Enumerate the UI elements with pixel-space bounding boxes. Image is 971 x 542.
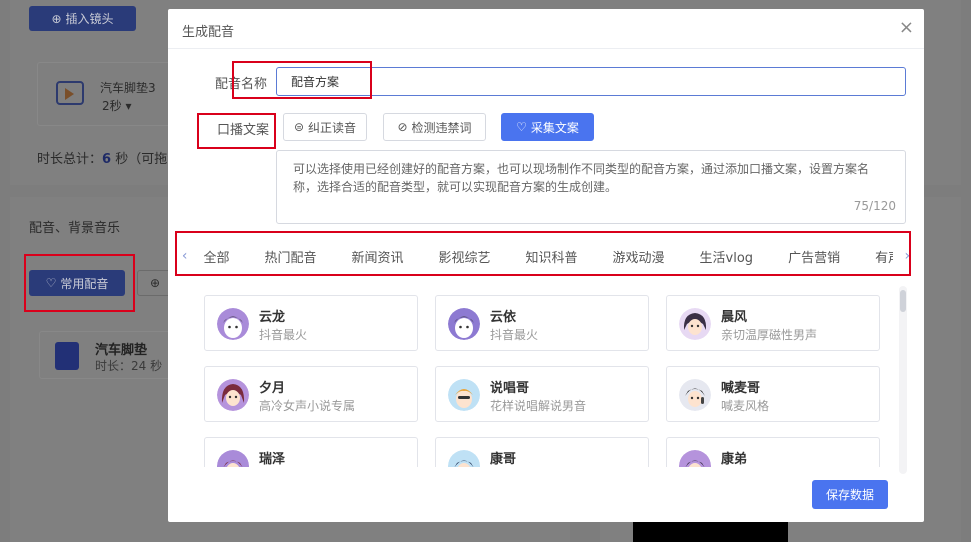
- highlight-box-common-voice: [24, 254, 135, 312]
- section-title: 配音、背景音乐: [29, 221, 121, 236]
- voice-desc: 喊麦风格: [721, 399, 770, 413]
- total-duration: 时长总计：6 秒（可拖动: [37, 152, 181, 167]
- voice-card-kangge[interactable]: 康哥: [435, 437, 649, 467]
- voice-desc: 抖音最火: [490, 328, 539, 342]
- audio-file-icon: [55, 342, 79, 370]
- avatar: [679, 450, 711, 467]
- avatar: [448, 308, 480, 340]
- shot-duration-select[interactable]: 2秒 ▾: [102, 97, 131, 114]
- heart-icon: ♡: [516, 120, 527, 134]
- voice-card-yunyi[interactable]: 云依 抖音最火: [435, 295, 649, 351]
- voice-name: 晨风: [721, 310, 748, 325]
- voice-card-yunlong[interactable]: 云龙 抖音最火: [204, 295, 418, 351]
- avatar: [217, 308, 249, 340]
- voice-card-kangdi[interactable]: 康弟: [666, 437, 880, 467]
- audio-card[interactable]: 汽车脚垫 时长：24 秒: [39, 331, 179, 379]
- play-icon: [65, 88, 74, 100]
- dialog-title: 生成配音: [182, 25, 235, 40]
- voice-desc: 高冷女声小说专属: [259, 399, 356, 413]
- voice-name: 云龙: [259, 310, 286, 325]
- collect-script-button[interactable]: ♡ 采集文案: [501, 113, 594, 141]
- voice-card-shouter[interactable]: 喊麦哥 喊麦风格: [666, 366, 880, 422]
- voice-card-chenfeng[interactable]: 晨风 亲切温厚磁性男声: [666, 295, 880, 351]
- correct-pronunciation-button[interactable]: ⊜ 纠正读音: [283, 113, 367, 141]
- save-data-button[interactable]: 保存数据: [812, 480, 888, 509]
- voice-list: 云龙 抖音最火 云依 抖音最火 晨风 亲切温厚磁性男声 夕月 高冷女声小说专属: [204, 295, 904, 467]
- avatar: [448, 379, 480, 411]
- dialog-header: 生成配音 ×: [168, 9, 924, 49]
- refresh-circle-icon: ⊜: [293, 120, 305, 134]
- voice-name: 说唱哥: [490, 381, 530, 396]
- avatar: [679, 379, 711, 411]
- voice-card-xiyue[interactable]: 夕月 高冷女声小说专属: [204, 366, 418, 422]
- highlight-box-script: [197, 113, 276, 149]
- voice-desc: 亲切温厚磁性男声: [721, 328, 818, 342]
- voice-name: 喊麦哥: [721, 381, 761, 396]
- ban-icon: ⊘: [397, 120, 408, 134]
- plus-circle-icon: ⊕: [51, 11, 62, 26]
- avatar: [679, 308, 711, 340]
- voice-list-scrollbar[interactable]: [899, 286, 907, 474]
- close-icon[interactable]: ×: [899, 17, 914, 38]
- audio-duration: 时长：24 秒: [95, 359, 163, 373]
- voice-desc: 花样说唱解说男音: [490, 399, 587, 413]
- voice-name: 康弟: [721, 452, 748, 467]
- voice-card-rapper[interactable]: 说唱哥 花样说唱解说男音: [435, 366, 649, 422]
- char-counter: 75/120: [853, 199, 896, 213]
- voice-name: 云依: [490, 310, 517, 325]
- avatar: [217, 379, 249, 411]
- scrollbar-thumb[interactable]: [900, 290, 906, 312]
- script-textarea[interactable]: 可以选择使用已经创建好的配音方案，也可以现场制作不同类型的配音方案，通过添加口播…: [276, 150, 906, 224]
- check-banned-words-button[interactable]: ⊘ 检测违禁词: [383, 113, 486, 141]
- highlight-box-tabs: [175, 231, 911, 276]
- avatar: [217, 450, 249, 467]
- voice-card-ruize[interactable]: 瑞泽: [204, 437, 418, 467]
- shot-name: 汽车脚垫3: [100, 81, 156, 95]
- avatar: [448, 450, 480, 467]
- voice-desc: 抖音最火: [259, 328, 308, 342]
- insert-shot-button[interactable]: ⊕ 插入镜头: [29, 6, 136, 31]
- preview-video: [633, 522, 788, 542]
- shot-card[interactable]: 汽车脚垫3 2秒 ▾: [37, 62, 177, 126]
- voice-name: 瑞泽: [259, 452, 286, 467]
- voice-name: 夕月: [259, 381, 286, 396]
- audio-title: 汽车脚垫: [95, 343, 148, 358]
- highlight-box-name: [232, 61, 372, 99]
- voice-name: 康哥: [490, 452, 517, 467]
